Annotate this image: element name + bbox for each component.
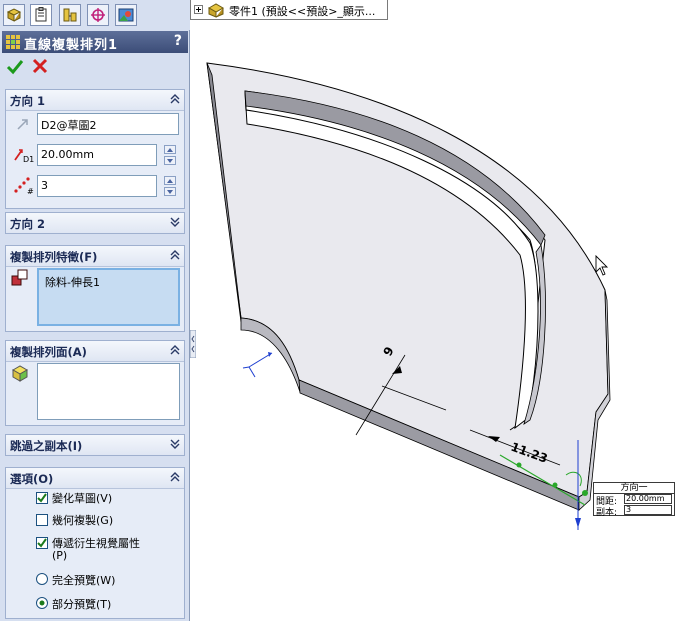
callout-copies-field[interactable]: 3 — [624, 505, 672, 515]
vary-sketch-checkbox[interactable] — [36, 492, 48, 504]
pattern-point-marker — [582, 490, 588, 496]
tab-feature-manager[interactable] — [3, 4, 25, 26]
spin-down-arrow[interactable] — [164, 187, 176, 196]
full-preview-label: 完全預覽(W) — [52, 574, 116, 587]
callout-copies-label: 副本: — [596, 508, 618, 518]
feature-title-bar: 直線複製排列1 ? — [2, 31, 188, 53]
coordinate-triad-icon — [242, 352, 273, 378]
group-header-options[interactable]: 選項(O) — [6, 468, 184, 489]
graphics-viewport[interactable]: 11.23 9 — [191, 0, 692, 621]
full-preview-radio[interactable] — [36, 573, 48, 585]
property-manager: 直線複製排列1 ? 方向 1 D2@草圖2 D1 20.00mm # 3 方向 … — [0, 0, 190, 621]
propagate-visual-checkbox[interactable] — [36, 537, 48, 549]
linear-pattern-icon — [6, 35, 20, 49]
group-direction-1: 方向 1 D2@草圖2 D1 20.00mm # 3 — [5, 89, 185, 209]
instances-icon: # — [14, 177, 34, 195]
callout-title: 方向一 — [594, 483, 674, 494]
checkmark-icon — [37, 493, 47, 503]
tab-property-manager[interactable] — [30, 4, 52, 26]
spacing-icon: D1 — [14, 149, 34, 164]
pattern-axis-arrow-icon[interactable] — [575, 518, 581, 528]
cancel-x-icon[interactable] — [32, 58, 48, 74]
spin-up-arrow[interactable] — [164, 145, 176, 154]
crosshair-icon — [91, 8, 105, 22]
mouse-pointer-icon — [595, 254, 609, 276]
chevron-down-icon[interactable] — [170, 439, 180, 449]
checkmark-icon — [37, 538, 47, 548]
group-header-direction-2[interactable]: 方向 2 — [6, 213, 184, 233]
part-icon — [207, 3, 225, 18]
spacing-input[interactable]: 20.00mm — [37, 144, 157, 166]
spin-up-arrow[interactable] — [164, 176, 176, 185]
group-faces-to-pattern: 複製排列面(A) — [5, 340, 185, 426]
partial-preview-radio[interactable] — [36, 597, 48, 609]
tab-display-manager[interactable] — [115, 4, 137, 26]
svg-text:#: # — [27, 187, 34, 195]
propagate-visual-label-mnemonic: (P) — [52, 549, 68, 562]
tab-dimxpert-manager[interactable] — [87, 4, 109, 26]
group-title-faces: 複製排列面(A) — [10, 345, 87, 359]
group-header-direction-1[interactable]: 方向 1 — [6, 90, 184, 111]
chevron-up-icon[interactable] — [170, 472, 180, 482]
group-direction-2: 方向 2 — [5, 212, 185, 234]
spin-down-arrow[interactable] — [164, 156, 176, 165]
instances-input[interactable]: 3 — [37, 175, 157, 197]
chevron-up-icon[interactable] — [170, 345, 180, 355]
manager-tabs — [0, 0, 190, 30]
property-manager-icon — [35, 7, 47, 22]
group-title-skip: 跳過之副本(I) — [10, 439, 83, 453]
feature-manager-icon — [6, 8, 22, 22]
list-item[interactable]: 除料-伸長1 — [45, 274, 100, 290]
part-name-label[interactable]: 零件1 (預設<<預設>_顯示... — [229, 3, 375, 19]
help-button[interactable]: ? — [174, 33, 182, 49]
group-options: 選項(O) 變化草圖(V) 幾何複製(G) 傳遞衍生視覺屬性 (P) 完全預覽(… — [5, 467, 185, 619]
expand-plus-icon[interactable] — [194, 5, 203, 14]
chevron-down-icon[interactable] — [170, 217, 180, 227]
group-features-to-pattern: 複製排列特徵(F) 除料-伸長1 — [5, 245, 185, 332]
group-header-skip[interactable]: 跳過之副本(I) — [6, 435, 184, 455]
face-selection-icon — [11, 365, 29, 382]
vary-sketch-label: 變化草圖(V) — [52, 492, 113, 505]
feature-tree-flyout[interactable]: 零件1 (預設<<預設>_顯示... — [190, 0, 388, 20]
features-list[interactable]: 除料-伸長1 — [37, 268, 180, 326]
group-header-faces[interactable]: 複製排列面(A) — [6, 341, 184, 362]
feature-title: 直線複製排列1 — [24, 38, 119, 53]
chevron-up-icon[interactable] — [170, 94, 180, 104]
display-manager-icon — [118, 8, 134, 22]
group-header-features[interactable]: 複製排列特徵(F) — [6, 246, 184, 267]
group-title-direction-2: 方向 2 — [10, 217, 46, 231]
radio-dot-icon — [39, 600, 45, 606]
configuration-manager-icon — [63, 8, 77, 22]
group-title-options: 選項(O) — [10, 472, 54, 486]
spacing-stepper[interactable] — [164, 145, 176, 165]
instances-stepper[interactable] — [164, 176, 176, 196]
group-title-direction-1: 方向 1 — [10, 94, 46, 108]
geometry-pattern-label: 幾何複製(G) — [52, 514, 114, 527]
features-selection-icon — [11, 269, 28, 286]
direction-callout[interactable]: 方向一 間距: 20.00mm 副本: 3 — [593, 482, 675, 518]
svg-text:D1: D1 — [23, 155, 34, 164]
pattern-point-marker — [516, 462, 522, 468]
partial-preview-label: 部分預覽(T) — [52, 598, 112, 611]
group-title-features: 複製排列特徵(F) — [10, 250, 98, 264]
faces-list[interactable] — [37, 363, 180, 420]
geometry-pattern-checkbox[interactable] — [36, 514, 48, 526]
chevron-up-icon[interactable] — [170, 250, 180, 260]
ok-check-icon[interactable] — [6, 58, 24, 76]
tab-configuration-manager[interactable] — [59, 4, 81, 26]
callout-spacing-field[interactable]: 20.00mm — [624, 494, 672, 504]
pattern-point-marker — [552, 482, 558, 488]
group-instances-to-skip: 跳過之副本(I) — [5, 434, 185, 456]
direction-arrow-icon[interactable] — [16, 117, 30, 131]
direction-reference-field[interactable]: D2@草圖2 — [37, 113, 179, 135]
